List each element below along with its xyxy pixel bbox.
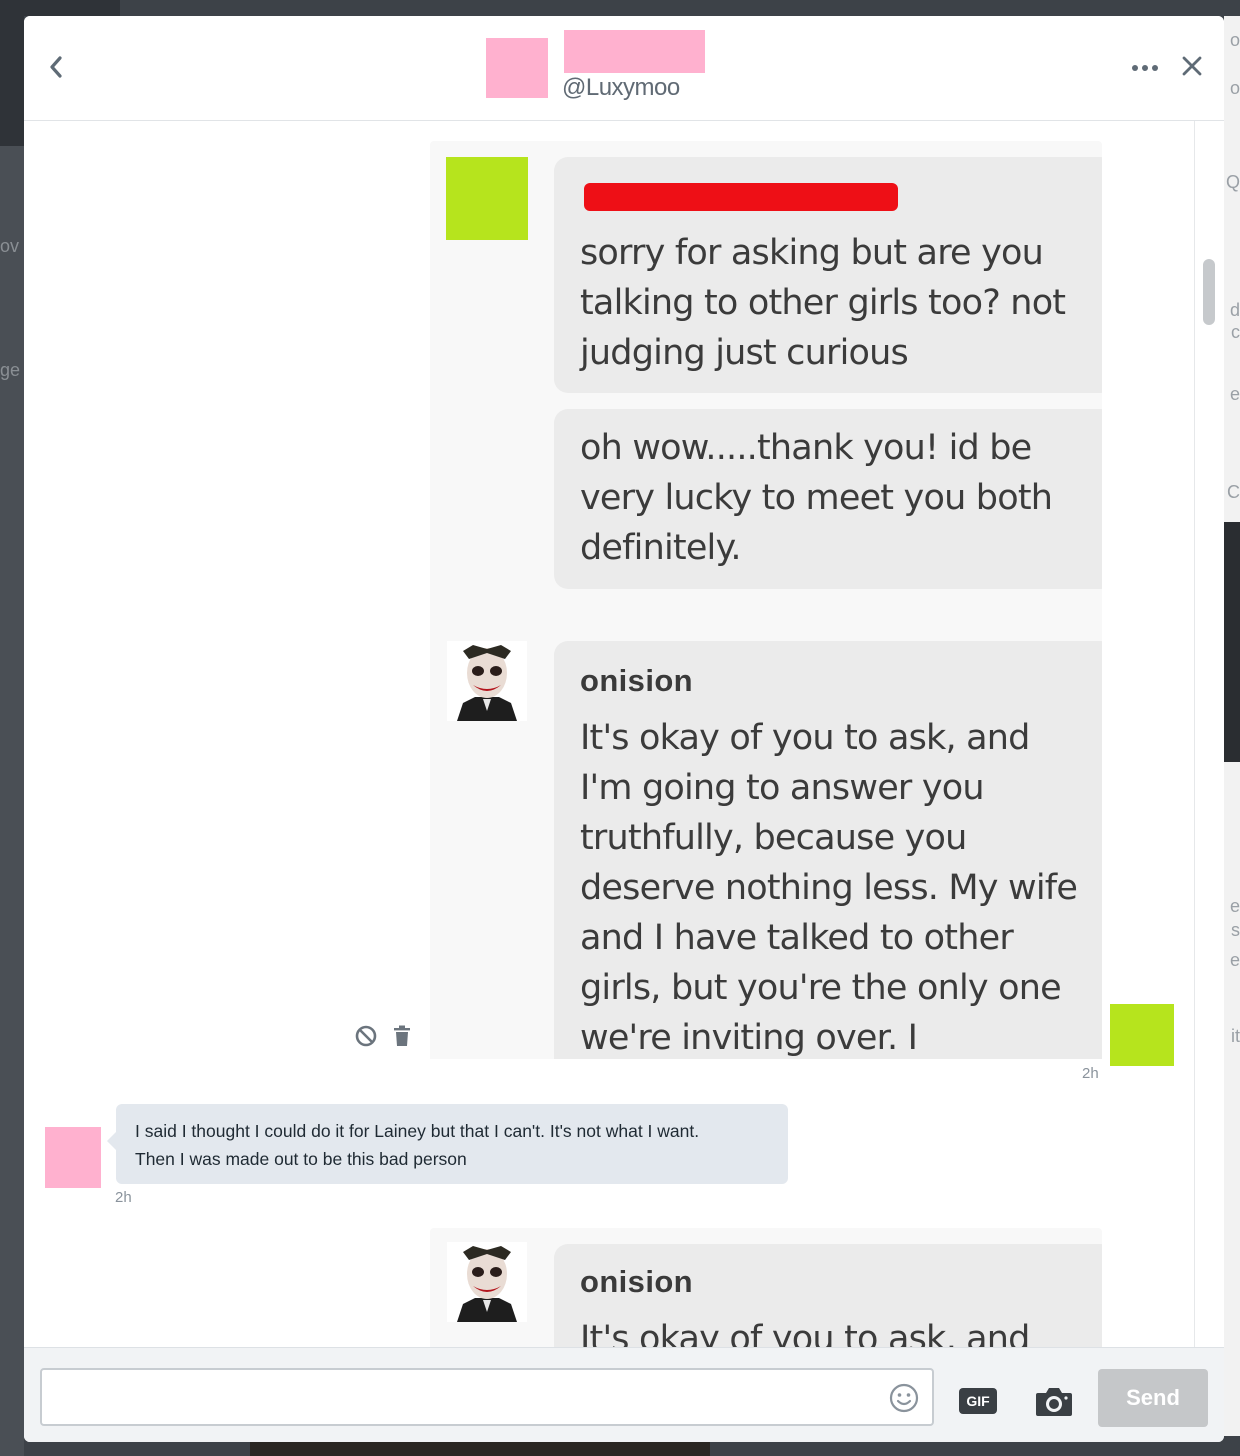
recipient-handle[interactable]: @Luxymoo [562, 74, 680, 102]
gif-button[interactable]: GIF [959, 1388, 997, 1414]
screenshot-joker-avatar [447, 1242, 527, 1322]
conversation-header: @Luxymoo [24, 16, 1224, 121]
sent-screenshot-image[interactable]: sorry for asking but are you talking to … [430, 141, 1102, 1059]
close-icon [1182, 56, 1202, 76]
sent-screenshot-image[interactable]: onision It's okay of you to ask, and [430, 1228, 1102, 1347]
redaction-bar [584, 183, 898, 211]
incoming-message-time: 2h [115, 1189, 132, 1206]
screenshot-text-line: oh wow.....thank you! id be [580, 428, 1032, 468]
background-panel [250, 1440, 710, 1456]
message-actions [354, 1024, 412, 1048]
camera-button[interactable] [1034, 1384, 1074, 1418]
message-thread[interactable]: sorry for asking but are you talking to … [24, 121, 1194, 1347]
close-button[interactable] [1180, 54, 1204, 78]
recipient-avatar[interactable] [486, 38, 548, 98]
screenshot-text-line: talking to other girls too? not [580, 283, 1066, 323]
screenshot-text-line: sorry for asking but are you [580, 233, 1044, 273]
background-text: ov [0, 236, 20, 256]
background-sidebar [0, 146, 24, 1456]
message-composer: GIF Send [24, 1347, 1224, 1442]
screenshot-sender-name: onision [580, 663, 694, 698]
background-text: ge [0, 360, 21, 380]
message-text-line: Then I was made out to be this bad perso… [135, 1149, 467, 1169]
sender-avatar[interactable] [45, 1127, 101, 1188]
background-text: it [1231, 1026, 1240, 1046]
background-panel [0, 0, 24, 146]
messaging-modal: @Luxymoo sorry for asking but are you ta… [24, 16, 1224, 1442]
screenshot-text-line: judging just curious [580, 333, 909, 373]
background-text: d [1229, 300, 1240, 320]
message-input[interactable] [40, 1368, 934, 1426]
screenshot-sender-name: onision [580, 1264, 694, 1299]
chevron-left-icon [50, 56, 62, 78]
screenshot-text-line: deserve nothing less. My wife [580, 868, 1078, 908]
background-text: o [1229, 78, 1240, 98]
background-text: s [1231, 920, 1240, 940]
screenshot-text-line: It's okay of you to ask, and [580, 1319, 1030, 1347]
trash-icon[interactable] [392, 1024, 412, 1048]
background-panel [24, 0, 120, 16]
back-button[interactable] [42, 50, 70, 84]
screenshot-text-line: I'm going to answer you [580, 768, 985, 808]
smiley-icon [889, 1383, 919, 1413]
screenshot-text-line: we're inviting over. I [580, 1018, 918, 1058]
recipient-name-redacted [564, 30, 705, 73]
background-panel [1224, 522, 1240, 762]
scrollbar[interactable] [1194, 121, 1224, 1347]
background-text: Q [1225, 172, 1240, 192]
send-button[interactable]: Send [1098, 1369, 1208, 1427]
screenshot-text-line: truthfully, because you [580, 818, 967, 858]
screenshot-joker-avatar [447, 641, 527, 721]
emoji-button[interactable] [888, 1382, 920, 1414]
more-options-button[interactable] [1130, 56, 1160, 80]
camera-icon [1036, 1388, 1072, 1416]
screenshot-text-line: It's okay of you to ask, and [580, 718, 1030, 758]
scrollbar-thumb[interactable] [1203, 259, 1215, 325]
background-text: C [1227, 482, 1240, 502]
screenshot-text-line: and I have talked to other [580, 918, 1014, 958]
background-text: c [1231, 322, 1240, 342]
incoming-message-bubble: I said I thought I could do it for Laine… [107, 1104, 788, 1184]
sent-message-time: 2h [1082, 1065, 1099, 1082]
background-text: e [1229, 896, 1240, 916]
background-text: e [1229, 950, 1240, 970]
screenshot-text-line: very lucky to meet you both [580, 478, 1053, 518]
more-horizontal-icon [1132, 65, 1158, 71]
screenshot-text-line: girls, but you're the only one [580, 968, 1062, 1008]
screenshot-text-line: definitely. [580, 528, 742, 568]
my-avatar[interactable] [1110, 1004, 1174, 1066]
screenshot-user-avatar [446, 157, 528, 240]
background-text: e [1229, 384, 1240, 404]
block-icon[interactable] [354, 1024, 378, 1048]
background-text: o [1229, 30, 1240, 50]
message-text-line: I said I thought I could do it for Laine… [135, 1121, 700, 1141]
